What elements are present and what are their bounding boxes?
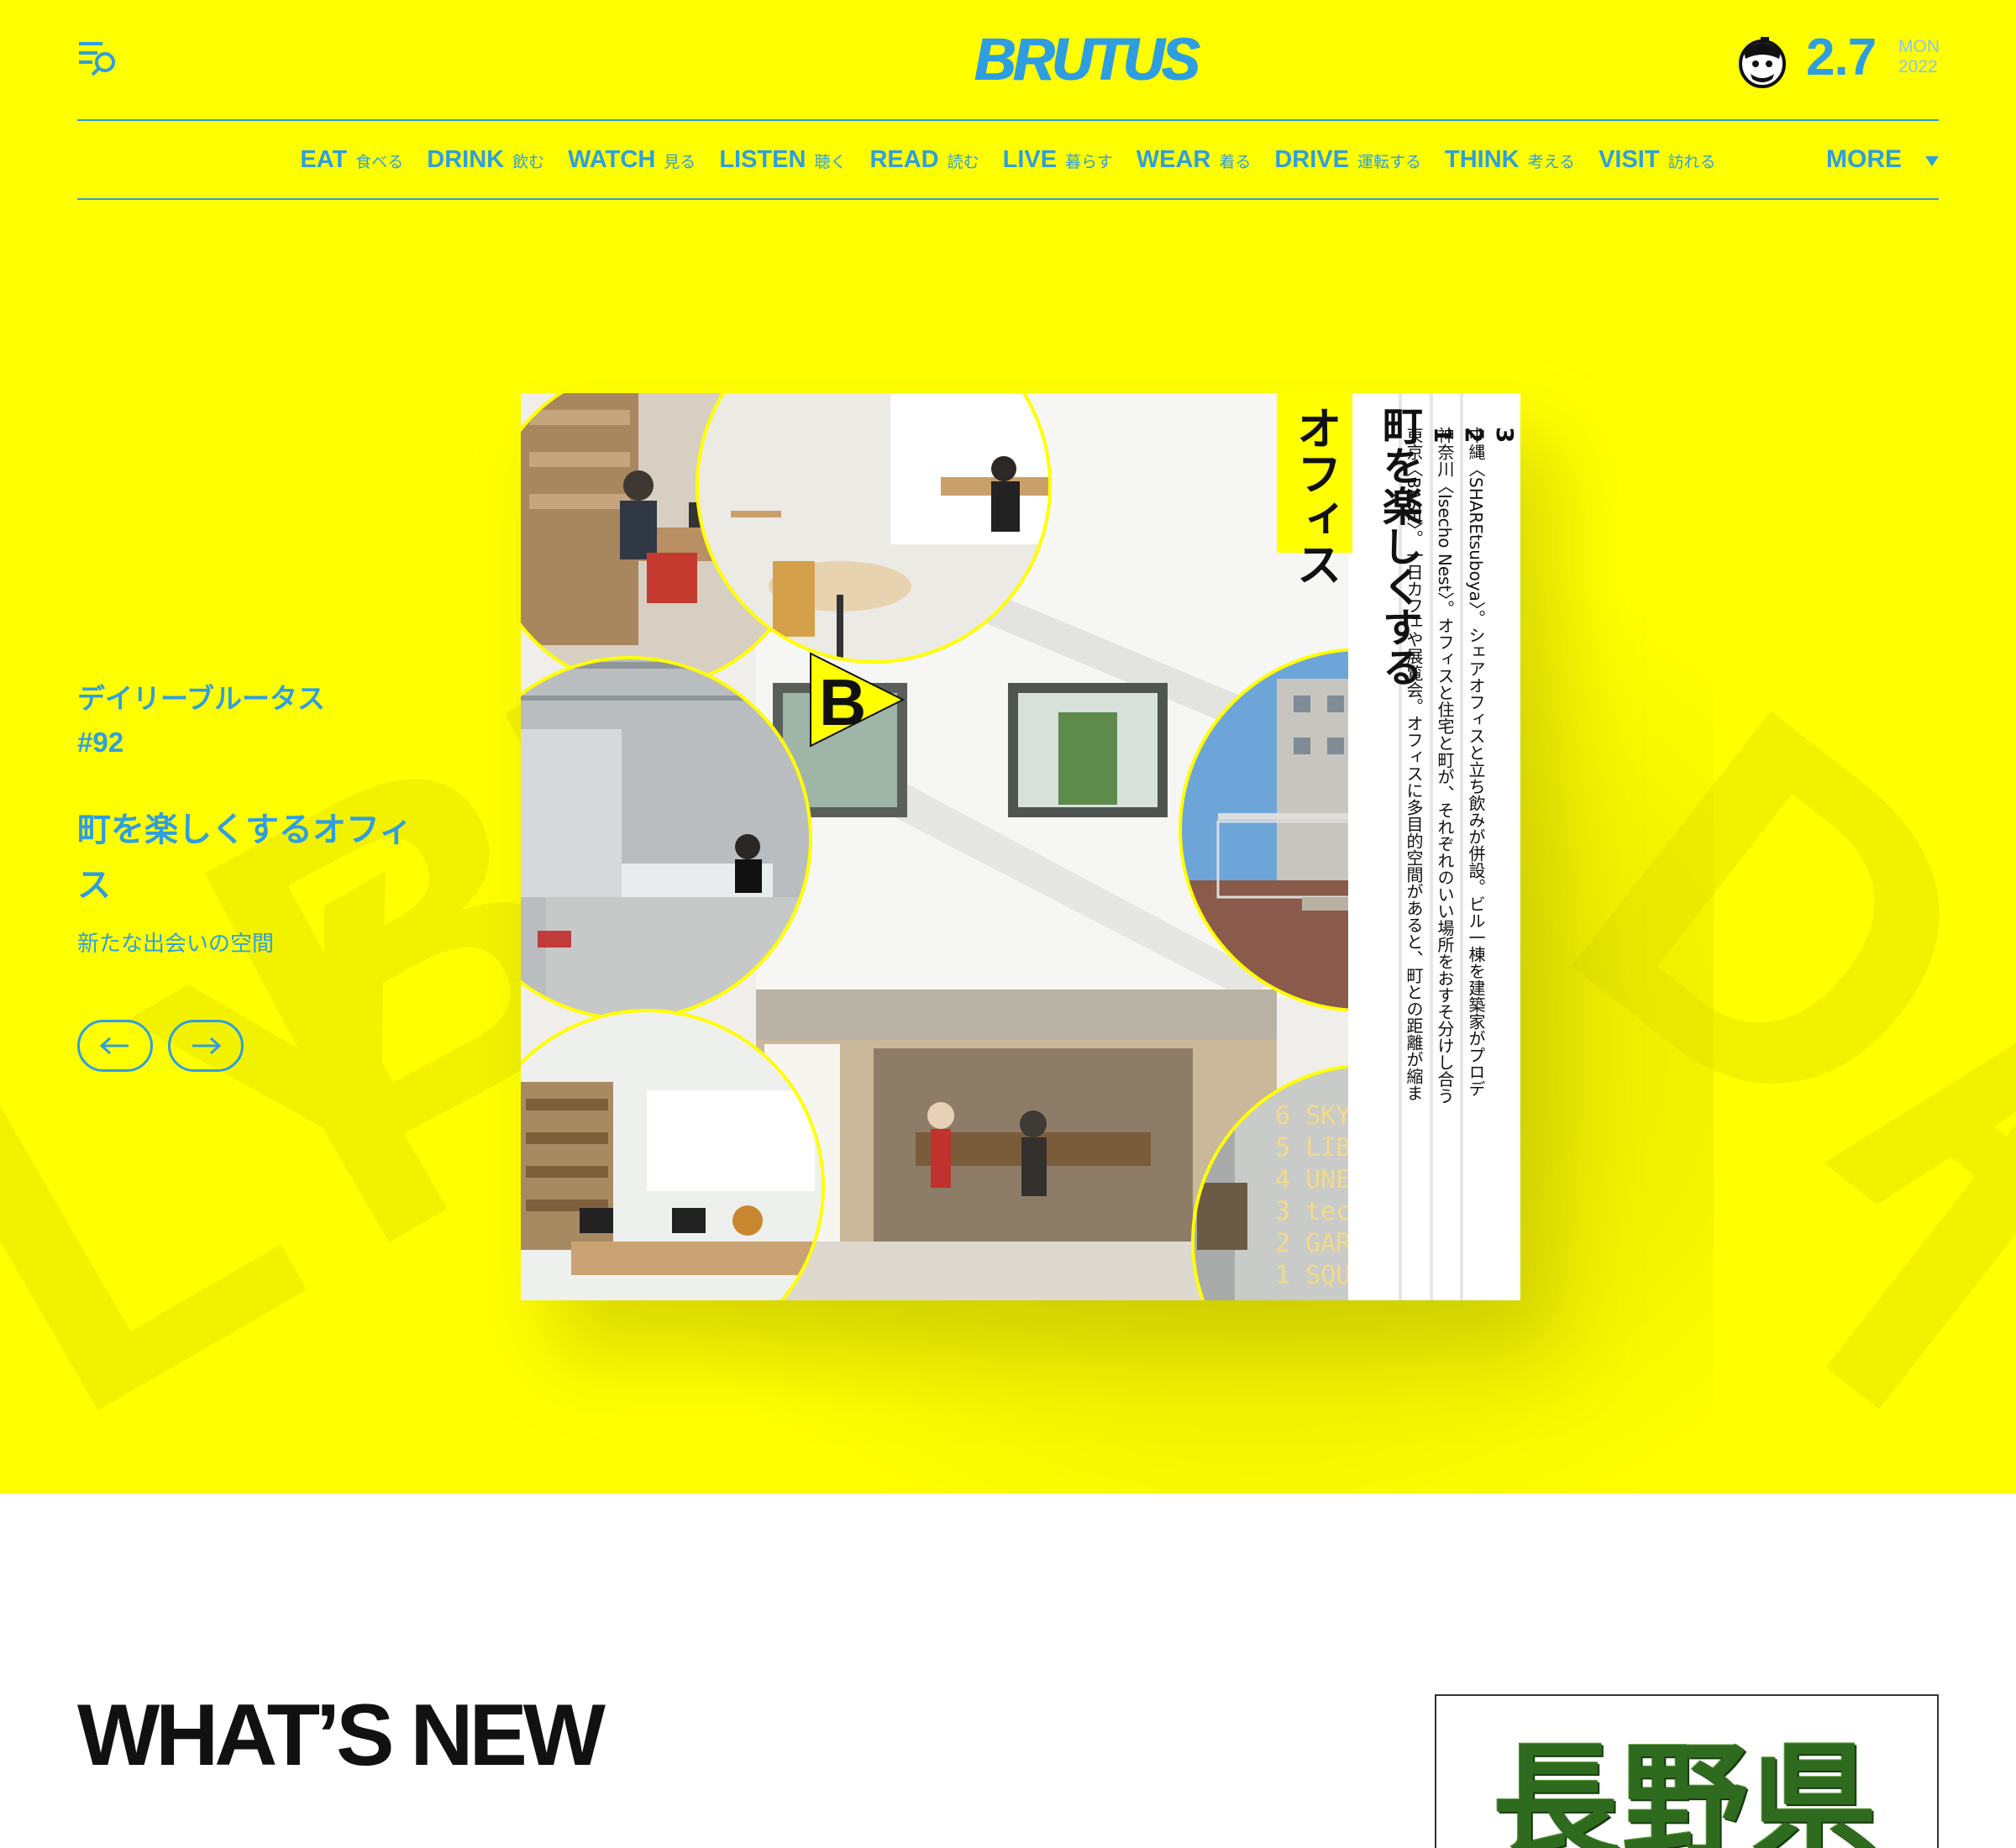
nav-item-drive[interactable]: DRIVE 運転する (1274, 146, 1421, 174)
date-day: 2.7 (1806, 29, 1877, 87)
feature-title[interactable]: 町を楽しくするオフィス (77, 802, 413, 913)
cover-column-number: 2 (1460, 427, 1488, 444)
arrow-left-icon (99, 1037, 129, 1055)
nav-item-sublabel: 見る (664, 153, 696, 171)
feature-subtitle: 新たな出会いの空間 (77, 931, 275, 956)
category-nav: EAT 食べる DRINK 飲む WATCH 見る LISTEN 聴く READ 読む LIVE 暮ら… (77, 121, 1939, 198)
nav-item-eat[interactable]: EAT 食べる (300, 146, 403, 174)
nav-item-label: EAT (300, 145, 348, 173)
svg-text:I: I (1740, 1012, 2016, 1494)
cover-column-1: 1 東京〈BASE〉。一日カフェや展覧会。オフィスに多目的空間があると、町との距離… (1404, 427, 1457, 1101)
nav-item-label: WEAR (1136, 145, 1211, 173)
category-nav-list: EAT 食べる DRINK 飲む WATCH 見る LISTEN 聴く READ 読む LIVE 暮ら… (77, 121, 1939, 198)
date-side: MON 2022 (1898, 37, 1940, 77)
site-header: BRUTUS 2.7 MON 2022 (77, 0, 1940, 121)
menu-search-button[interactable] (77, 39, 121, 79)
nav-item-wear[interactable]: WEAR 着る (1137, 146, 1252, 174)
brutus-logo[interactable]: BRUTUS (959, 26, 1211, 93)
mascot-icon (1735, 32, 1789, 89)
side-banner[interactable]: 長野県 (1435, 1694, 1939, 1848)
triangle-down-icon (1925, 156, 1939, 166)
nav-item-sublabel: 聴く (814, 153, 847, 171)
nav-item-label: THINK (1445, 145, 1520, 173)
arrow-right-icon (192, 1037, 222, 1055)
nav-item-think[interactable]: THINK 考える (1445, 146, 1575, 174)
nav-item-sublabel: 食べる (355, 153, 404, 171)
nav-item-drink[interactable]: DRINK 飲む (427, 146, 544, 174)
nav-item-listen[interactable]: LISTEN 聴く (719, 146, 846, 174)
cover-column-2: 2 神奈川〈Isecho Nest〉。オフィスと住宅と町が、それぞれのいい場所をお… (1435, 427, 1488, 1104)
date-weekday: MON (1898, 37, 1940, 56)
date-year: 2022 (1898, 57, 1938, 76)
cover-columns: 3 中縄〈SHARE​tsuboya〉。シェアオフィスと立ち飲みが併設。ビル一棟を… (1404, 427, 1520, 1284)
feature-cover-image[interactable]: B 6 SKY 5 LIBRARY 4 UNEMORI 3 teco 2 GAR… (521, 393, 1520, 1300)
nav-divider (77, 198, 1939, 200)
nav-item-label: LIVE (1002, 145, 1058, 173)
cover-column-text: 東京〈BASE〉。一日カフェや展覧会。オフィスに多目的空間があると、町との距離が… (1404, 427, 1424, 1101)
prev-slide-button[interactable] (77, 1020, 153, 1072)
more-label: MORE (1826, 145, 1902, 173)
nav-item-visit[interactable]: VISIT 訪れる (1599, 146, 1716, 174)
svg-text:B: B (819, 665, 866, 739)
side-banner-text: 長野県 (1492, 1729, 1881, 1848)
nav-item-label: DRINK (427, 145, 505, 173)
more-menu-button[interactable]: MORE (1826, 121, 1939, 198)
nav-item-sublabel: 飲む (512, 153, 545, 171)
nav-item-sublabel: 暮らす (1065, 153, 1113, 171)
nav-item-label: READ (869, 145, 939, 173)
feature-label[interactable]: デイリーブルータス #92 (77, 677, 325, 764)
next-slide-button[interactable] (168, 1020, 244, 1072)
nav-item-watch[interactable]: WATCH 見る (568, 146, 696, 174)
nav-item-sublabel: 訪れる (1667, 153, 1716, 171)
floor-label: 6 SKY (1275, 1101, 1351, 1131)
cover-column-number: 3 (1491, 427, 1519, 444)
cover-column-3: 3 中縄〈SHARE​tsuboya〉。シェアオフィスと立ち飲みが併設。ビル一棟を… (1466, 427, 1519, 1097)
nav-item-label: DRIVE (1274, 145, 1349, 173)
nav-item-read[interactable]: READ 読む (869, 146, 979, 174)
nav-item-label: WATCH (568, 145, 656, 173)
feature-series: デイリーブルータス (77, 683, 326, 714)
nav-item-label: LISTEN (719, 145, 806, 173)
nav-item-sublabel: 読む (947, 153, 979, 171)
menu-search-icon (79, 42, 115, 76)
hero-section: LY BR DA I BRUTUS (0, 0, 2016, 1494)
nav-item-sublabel: 着る (1219, 153, 1252, 171)
nav-item-sublabel: 運転する (1357, 153, 1422, 171)
feature-number: #92 (77, 727, 124, 758)
cover-column-number: 1 (1429, 427, 1457, 444)
whats-new-heading: WHAT’S NEW (77, 1687, 606, 1784)
cover-headline-tag: オフィス (1289, 405, 1341, 586)
nav-item-label: VISIT (1599, 145, 1660, 173)
nav-item-sublabel: 考える (1527, 153, 1576, 171)
nav-item-live[interactable]: LIVE 暮らす (1003, 146, 1113, 174)
